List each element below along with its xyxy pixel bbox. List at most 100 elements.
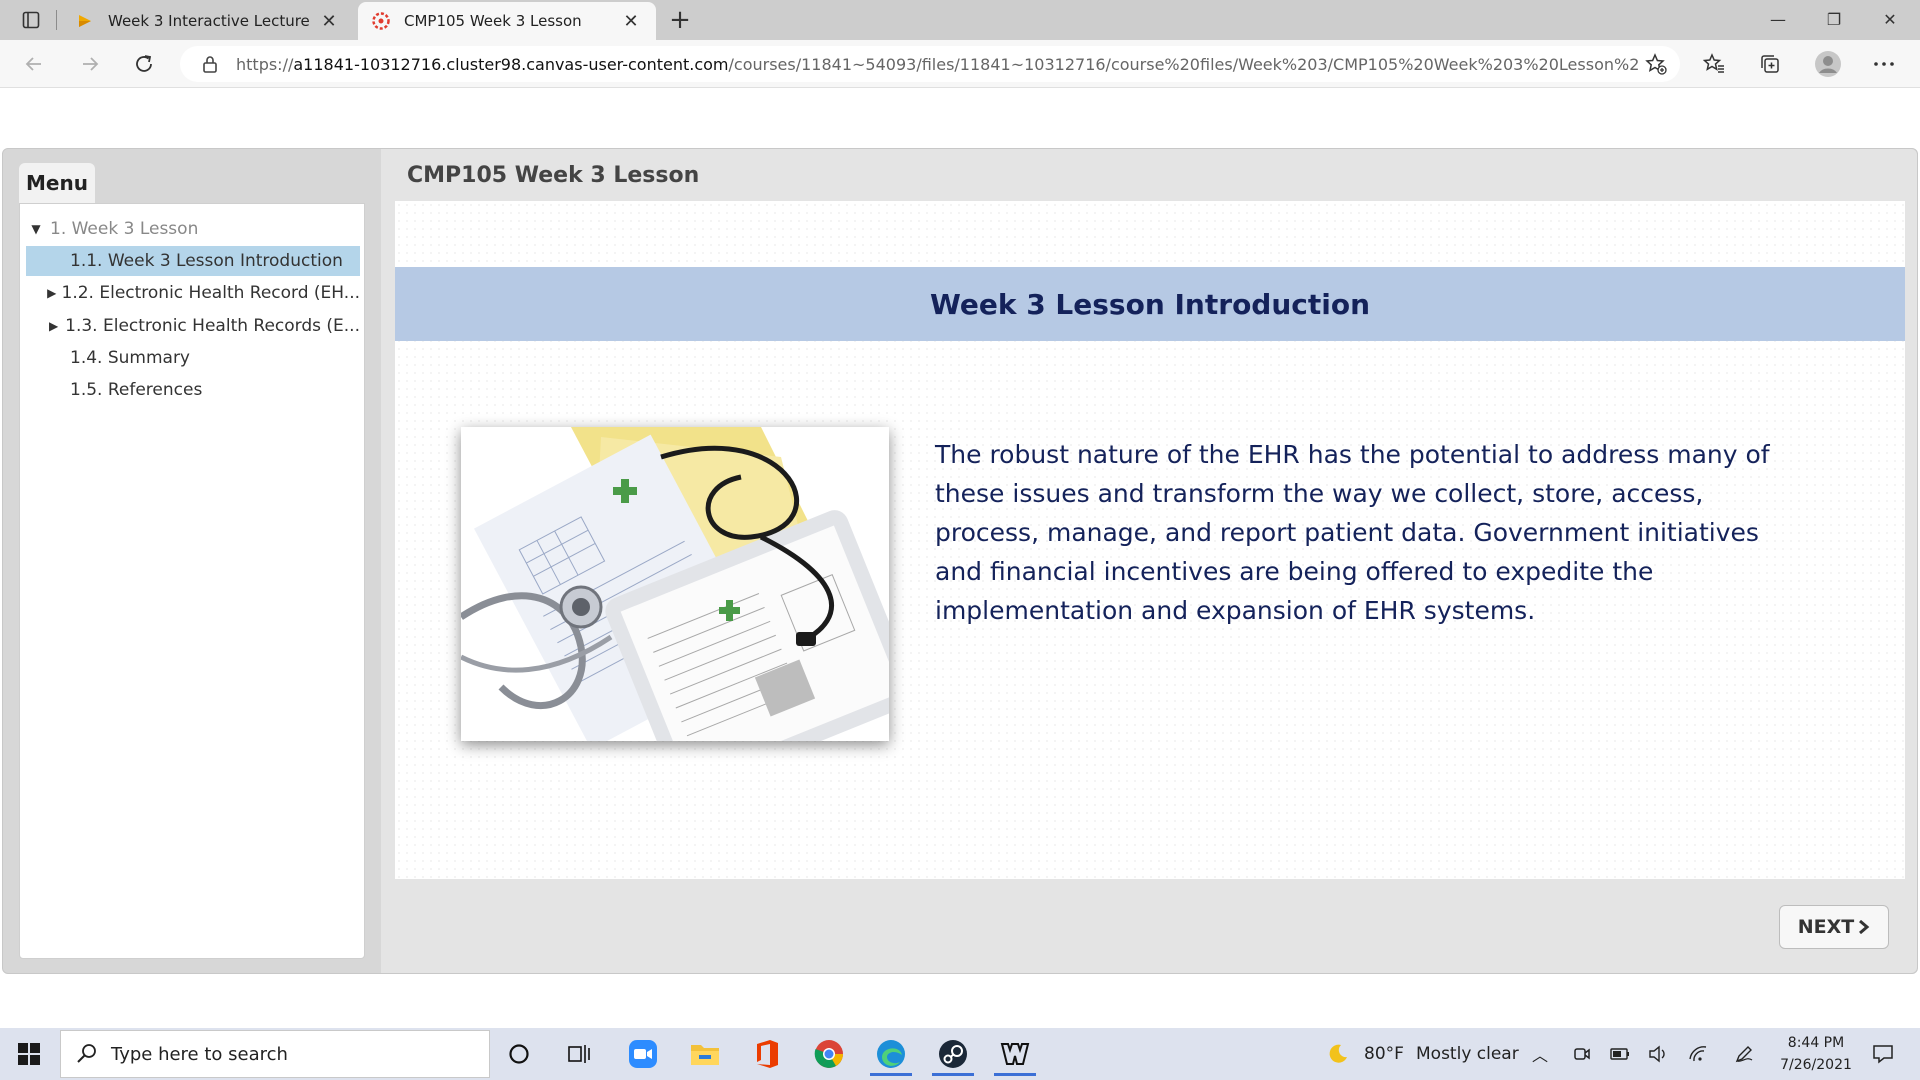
edge-app-button[interactable] <box>864 1032 918 1076</box>
profile-button[interactable] <box>1808 48 1848 80</box>
office-icon <box>757 1040 778 1068</box>
maximize-button[interactable]: ❐ <box>1806 0 1862 38</box>
url-text[interactable]: https://a11841-10312716.cluster98.canvas… <box>236 55 1638 74</box>
collections-icon <box>1761 55 1779 73</box>
windows-taskbar: Type here to search 80°F Mostly clear ︿ <box>0 1028 1920 1080</box>
meet-now-icon[interactable] <box>1570 1042 1594 1066</box>
tab-actions-icon <box>22 11 40 29</box>
chevron-right-icon <box>1859 920 1870 934</box>
lesson-title: CMP105 Week 3 Lesson <box>407 163 700 188</box>
menu-item-ehrs[interactable]: ▶ 1.3. Electronic Health Records (E... <box>26 311 360 341</box>
collections-button[interactable] <box>1750 48 1790 80</box>
more-button[interactable] <box>1864 48 1904 80</box>
forward-button[interactable] <box>72 48 108 80</box>
add-favorite-button[interactable] <box>1638 49 1674 79</box>
zoom-icon <box>629 1040 657 1068</box>
browser-tab-strip: Week 3 Interactive Lecture: 07.21 ✕ CMP1… <box>0 0 1920 40</box>
pen-workspace-icon[interactable] <box>1732 1042 1756 1066</box>
battery-status-icon <box>1610 1048 1629 1060</box>
tab-week3-lecture[interactable]: Week 3 Interactive Lecture: 07.21 ✕ <box>62 2 354 40</box>
camera-icon <box>1574 1048 1590 1060</box>
tab-title: Week 3 Interactive Lecture: 07.21 <box>108 12 310 30</box>
refresh-icon <box>136 55 152 72</box>
cortana-button[interactable] <box>492 1032 546 1076</box>
menu-item-label: 1.4. Summary <box>70 348 190 368</box>
menu-panel: ▼ 1. Week 3 Lesson 1.1. Week 3 Lesson In… <box>19 203 365 959</box>
game-app-icon <box>1000 1043 1030 1065</box>
menu-item-week3-lesson[interactable]: ▼ 1. Week 3 Lesson <box>26 214 360 244</box>
slide: Week 3 Lesson Introduction The robust na… <box>395 201 1905 879</box>
tab-actions-button[interactable] <box>18 8 44 32</box>
weather-temp[interactable]: 80°F <box>1364 1044 1404 1064</box>
chevron-down-icon[interactable]: ▼ <box>26 222 46 236</box>
menu-item-label: 1.1. Week 3 Lesson Introduction <box>70 251 343 271</box>
edge-icon <box>877 1040 905 1068</box>
profile-icon <box>1815 51 1841 77</box>
back-arrow-icon <box>25 57 41 71</box>
browser-toolbar: https://a11841-10312716.cluster98.canvas… <box>0 40 1920 88</box>
chrome-icon <box>814 1040 843 1068</box>
url-scheme: https:// <box>236 54 294 74</box>
next-button[interactable]: NEXT <box>1779 905 1889 949</box>
cortana-icon <box>509 1044 529 1064</box>
menu-item-label: 1.5. References <box>70 380 203 400</box>
clock-time: 8:44 PM <box>1787 1035 1845 1051</box>
menu-item-label: 1. Week 3 Lesson <box>50 219 199 239</box>
office-app-button[interactable] <box>740 1032 794 1076</box>
taskbar-search-box[interactable]: Type here to search <box>60 1030 490 1078</box>
notifications-button[interactable] <box>1868 1042 1898 1066</box>
task-view-button[interactable] <box>552 1032 606 1076</box>
minimize-button[interactable]: — <box>1750 0 1806 38</box>
pen-icon <box>1735 1046 1753 1063</box>
menu-item-label: 1.3. Electronic Health Records (E... <box>65 316 360 336</box>
window-close-button[interactable]: ✕ <box>1862 0 1918 38</box>
url-host: a11841-10312716.cluster98.canvas-user-co… <box>293 54 729 74</box>
tab-separator <box>56 10 57 30</box>
lock-icon[interactable] <box>200 54 220 74</box>
maximize-icon: ❐ <box>1826 9 1842 29</box>
clock-date: 7/26/2021 <box>1780 1057 1852 1073</box>
steam-app-button[interactable] <box>926 1032 980 1076</box>
address-bar[interactable]: https://a11841-10312716.cluster98.canvas… <box>180 46 1680 82</box>
add-favorite-icon <box>1645 53 1667 75</box>
favorites-button[interactable] <box>1694 48 1734 80</box>
menu-item-summary[interactable]: 1.4. Summary <box>26 343 360 373</box>
battery-icon[interactable] <box>1608 1042 1632 1066</box>
lesson-main: CMP105 Week 3 Lesson Week 3 Lesson Intro… <box>381 149 1917 973</box>
chevron-right-icon[interactable]: ▶ <box>46 319 61 333</box>
file-explorer-button[interactable] <box>678 1032 732 1076</box>
volume-icon[interactable] <box>1646 1042 1670 1066</box>
task-view-icon <box>568 1045 590 1063</box>
chevron-up-icon: ︿ <box>1531 1046 1548 1065</box>
new-tab-button[interactable]: + <box>666 6 694 34</box>
chevron-right-icon[interactable]: ▶ <box>46 286 58 300</box>
chrome-app-button[interactable] <box>802 1032 856 1076</box>
system-clock[interactable]: 8:44 PM 7/26/2021 <box>1770 1032 1862 1076</box>
weather-moon-icon[interactable] <box>1326 1042 1350 1066</box>
game-app-button[interactable] <box>988 1032 1042 1076</box>
zoom-app-button[interactable] <box>616 1032 670 1076</box>
menu-tab[interactable]: Menu <box>19 163 95 203</box>
notification-icon <box>1873 1045 1893 1064</box>
lecture-favicon-icon <box>79 15 91 27</box>
back-button[interactable] <box>16 48 52 80</box>
menu-item-introduction[interactable]: 1.1. Week 3 Lesson Introduction <box>26 246 360 276</box>
next-label: NEXT <box>1797 916 1855 938</box>
weather-desc[interactable]: Mostly clear <box>1416 1044 1519 1064</box>
tab-title: CMP105 Week 3 Lesson <box>404 12 582 30</box>
canvas-favicon-icon <box>372 12 390 30</box>
tab-cmp105-lesson[interactable]: CMP105 Week 3 Lesson ✕ <box>358 2 656 40</box>
close-icon[interactable]: ✕ <box>318 11 340 32</box>
menu-item-references[interactable]: 1.5. References <box>26 375 360 405</box>
lesson-player: Menu ▼ 1. Week 3 Lesson 1.1. Week 3 Less… <box>2 148 1918 974</box>
show-hidden-icons-button[interactable]: ︿ <box>1528 1042 1552 1066</box>
minimize-icon: — <box>1770 9 1786 29</box>
menu-item-ehr[interactable]: ▶ 1.2. Electronic Health Record (EH... <box>26 278 360 308</box>
url-path: /courses/11841~54093/files/11841~1031271… <box>728 54 1638 74</box>
steam-icon <box>939 1040 967 1068</box>
network-icon[interactable] <box>1686 1042 1710 1066</box>
refresh-button[interactable] <box>126 48 162 80</box>
start-button[interactable] <box>14 1040 44 1068</box>
search-placeholder: Type here to search <box>111 1043 288 1065</box>
close-icon[interactable]: ✕ <box>620 11 642 32</box>
